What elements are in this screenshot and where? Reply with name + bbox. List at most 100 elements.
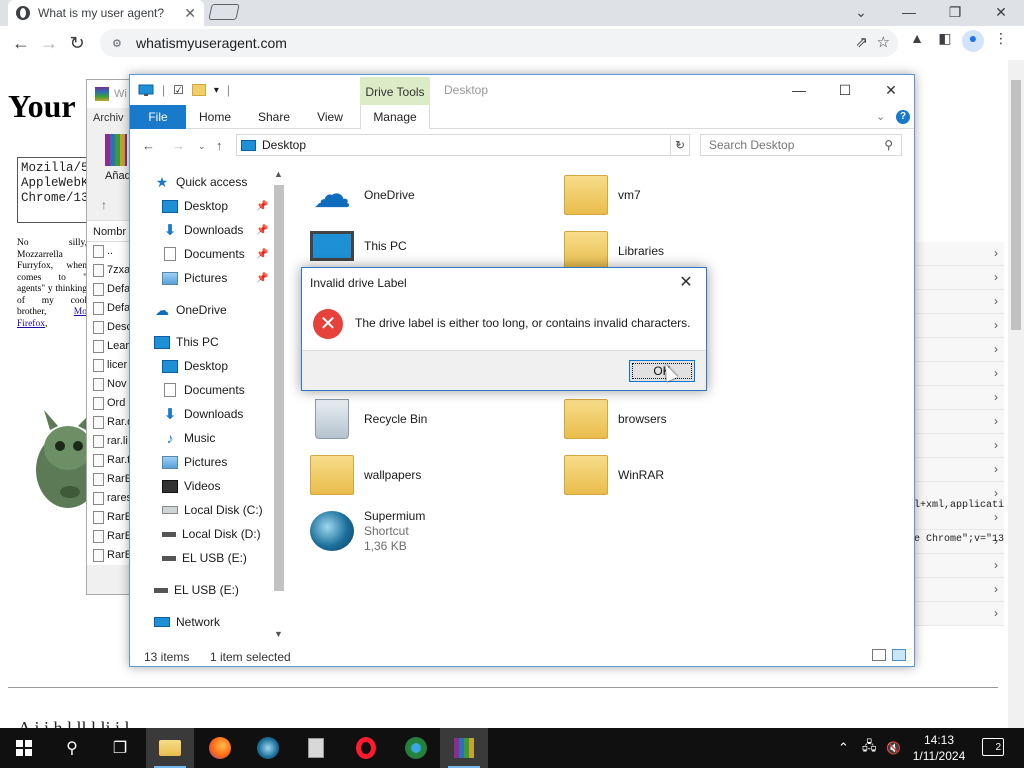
nav-usb-e[interactable]: EL USB (E:): [154, 579, 239, 601]
header-row[interactable]: [914, 362, 1004, 386]
nav-pc-downloads[interactable]: ⬇ Downloads: [162, 403, 244, 425]
notifications-icon[interactable]: 2: [982, 738, 1004, 756]
nav-pc-music[interactable]: ♪ Music: [162, 427, 216, 449]
scroll-down-arrow-icon[interactable]: ▼: [274, 629, 283, 639]
taskbar-winrar[interactable]: [440, 728, 488, 768]
recent-locations-icon[interactable]: ⌄: [198, 141, 206, 152]
taskbar-supermium[interactable]: [244, 728, 292, 768]
item-vm7[interactable]: vm7: [564, 175, 641, 215]
user-agent-box[interactable]: Mozilla/5 AppleWebK Chrome/13: [17, 157, 97, 223]
header-row[interactable]: [914, 266, 1004, 290]
details-view-icon[interactable]: [872, 649, 886, 661]
nav-qa-downloads[interactable]: ⬇ Downloads: [162, 219, 244, 241]
page-scrollbar-thumb[interactable]: [1011, 80, 1021, 330]
close-window-button[interactable]: ✕: [978, 0, 1024, 26]
explorer-close-button[interactable]: ✕: [868, 79, 914, 101]
header-row[interactable]: [914, 338, 1004, 362]
tab-share[interactable]: Share: [250, 105, 298, 129]
nav-scrollbar-thumb[interactable]: [274, 185, 284, 591]
taskbar-opera[interactable]: [342, 728, 390, 768]
nav-local-disk-d[interactable]: Local Disk (D:): [162, 523, 261, 545]
item-winrar[interactable]: WinRAR: [564, 455, 664, 495]
taskbar-browser[interactable]: [392, 728, 440, 768]
large-icons-view-icon[interactable]: [892, 649, 906, 661]
new-tab-button[interactable]: [208, 4, 240, 20]
search-button[interactable]: ⚲: [48, 728, 96, 768]
nav-local-disk-c[interactable]: Local Disk (C:): [162, 499, 263, 521]
nav-quick-access[interactable]: ★ Quick access: [154, 171, 248, 193]
site-settings-icon[interactable]: ⚙: [112, 37, 128, 50]
help-icon[interactable]: ?: [896, 110, 910, 124]
qat-dropdown-icon[interactable]: ▾: [214, 85, 219, 96]
header-row[interactable]: [914, 602, 1004, 626]
expand-ribbon-icon[interactable]: ⌄: [876, 110, 885, 123]
explorer-back-icon[interactable]: ←: [142, 138, 155, 153]
minimize-button[interactable]: —: [886, 0, 932, 26]
item-recycle-bin[interactable]: Recycle Bin: [310, 399, 427, 439]
browser-tab[interactable]: What is my user agent? ✕: [8, 0, 204, 26]
share-icon[interactable]: ⇗: [855, 33, 868, 51]
header-row[interactable]: [914, 458, 1004, 482]
taskbar-firefox[interactable]: [196, 728, 244, 768]
nav-pc-desktop[interactable]: Desktop: [162, 355, 228, 377]
back-arrow-icon[interactable]: ←: [8, 30, 34, 56]
nav-pc-documents[interactable]: Documents: [162, 379, 245, 401]
up-level-icon[interactable]: ↑: [216, 138, 223, 153]
start-button[interactable]: [0, 728, 48, 768]
task-view-button[interactable]: ❐: [96, 728, 144, 768]
menu-icon[interactable]: ⋮: [990, 30, 1012, 52]
item-wallpapers[interactable]: wallpapers: [310, 455, 421, 495]
taskbar-file-explorer[interactable]: [146, 728, 194, 768]
item-this-pc[interactable]: This PC: [310, 231, 407, 261]
tab-close-icon[interactable]: ✕: [184, 5, 196, 22]
nav-pc-pictures[interactable]: Pictures: [162, 451, 227, 473]
nav-qa-desktop[interactable]: Desktop: [162, 195, 228, 217]
header-row[interactable]: [914, 290, 1004, 314]
tab-home[interactable]: Home: [190, 105, 240, 129]
header-row[interactable]: [914, 434, 1004, 458]
firefox-link[interactable]: Firefox: [17, 319, 45, 329]
nav-usb-e-sub[interactable]: EL USB (E:): [162, 547, 247, 569]
header-row[interactable]: [914, 386, 1004, 410]
nav-this-pc[interactable]: This PC: [154, 331, 219, 353]
refresh-icon[interactable]: ↻: [670, 134, 690, 156]
properties-icon[interactable]: ☑: [173, 83, 184, 97]
tab-manage[interactable]: Manage: [360, 105, 430, 129]
explorer-forward-icon[interactable]: →: [172, 138, 185, 153]
nav-pc-videos[interactable]: Videos: [162, 475, 220, 497]
show-hidden-icons[interactable]: ⌃: [838, 728, 849, 768]
header-row[interactable]: [914, 242, 1004, 266]
tab-file[interactable]: File: [130, 105, 186, 129]
network-status-icon[interactable]: 🖧: [862, 728, 877, 768]
taskbar-document[interactable]: [292, 728, 340, 768]
tab-view[interactable]: View: [308, 105, 352, 129]
item-libraries[interactable]: Libraries: [564, 231, 664, 271]
volume-muted-icon[interactable]: 🔇: [886, 728, 901, 768]
side-panel-icon[interactable]: ◧: [934, 30, 956, 52]
item-supermium[interactable]: Supermium Shortcut 1,36 KB: [310, 509, 425, 553]
new-folder-icon[interactable]: [191, 84, 206, 96]
profile-icon[interactable]: ●: [962, 30, 984, 52]
header-row[interactable]: [914, 410, 1004, 434]
search-desktop-input[interactable]: Search Desktop ⚲: [700, 134, 902, 156]
forward-arrow-icon[interactable]: →: [36, 30, 62, 56]
nav-qa-pictures[interactable]: Pictures: [162, 267, 227, 289]
item-onedrive[interactable]: ☁ OneDrive: [310, 175, 415, 215]
nav-qa-documents[interactable]: Documents: [162, 243, 245, 265]
nav-network[interactable]: Network: [154, 611, 220, 633]
explorer-maximize-button[interactable]: ☐: [822, 79, 868, 101]
header-row[interactable]: [914, 578, 1004, 602]
explorer-address-bar[interactable]: Desktop ⌄: [236, 134, 690, 156]
header-row[interactable]: [914, 554, 1004, 578]
nav-onedrive[interactable]: ☁ OneDrive: [154, 299, 227, 321]
extensions-icon[interactable]: ▲: [906, 30, 928, 52]
address-bar[interactable]: ⚙ whatismyuseragent.com ⇗ ☆: [100, 29, 898, 57]
dialog-close-icon[interactable]: ✕: [674, 272, 698, 292]
explorer-minimize-button[interactable]: —: [776, 79, 822, 101]
restore-button[interactable]: ❐: [932, 0, 978, 26]
tab-search-icon[interactable]: ⌄: [838, 0, 884, 26]
item-browsers[interactable]: browsers: [564, 399, 667, 439]
reload-icon[interactable]: ↻: [64, 30, 90, 56]
bookmark-star-icon[interactable]: ☆: [877, 33, 890, 51]
scroll-up-arrow-icon[interactable]: ▲: [274, 169, 283, 179]
